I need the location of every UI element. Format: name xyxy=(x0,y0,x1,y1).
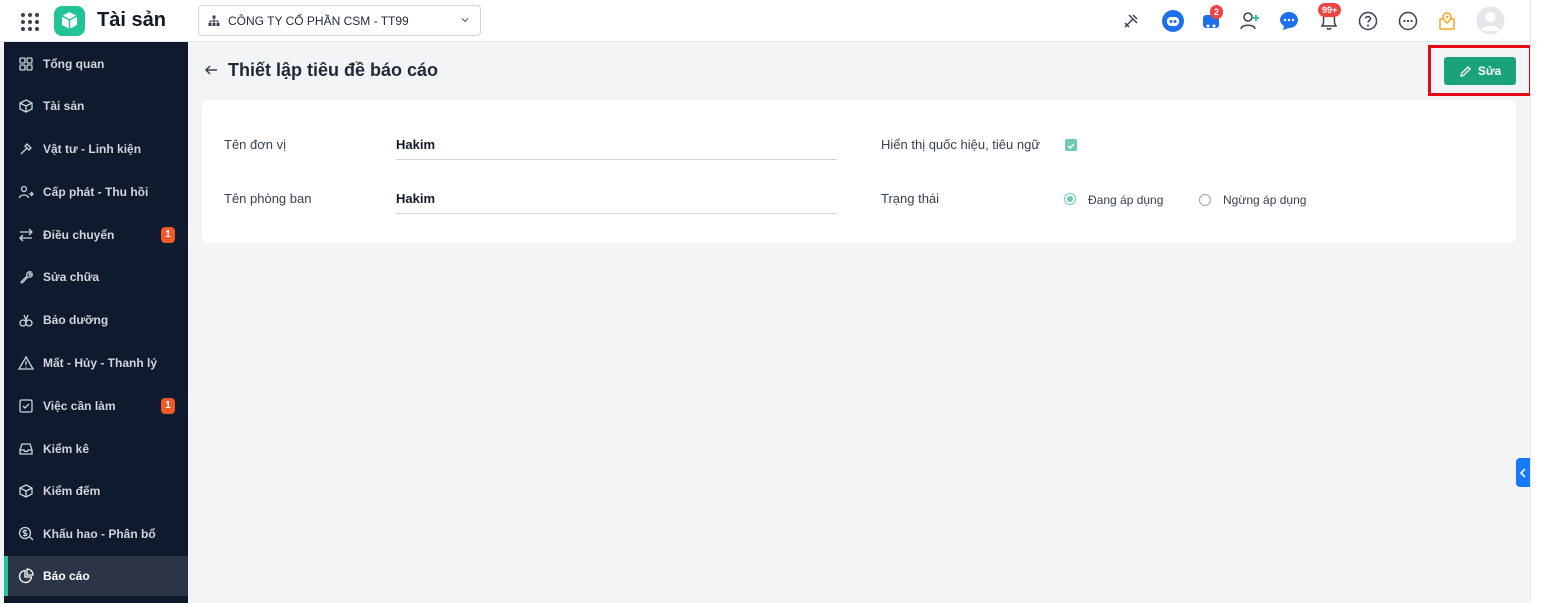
grid-icon xyxy=(19,57,33,71)
show-motto-label: Hiển thị quốc hiệu, tiêu ngữ xyxy=(881,137,1041,152)
help-icon[interactable] xyxy=(1355,8,1381,34)
dept-name-underline xyxy=(396,213,837,214)
cube-icon xyxy=(19,99,33,113)
sidebar-item-supplies[interactable]: Vật tư - Linh kiện xyxy=(4,129,188,169)
bot-icon[interactable] xyxy=(1160,8,1186,34)
company-select-value: CÔNG TY CỔ PHẦN CSM - TT99 xyxy=(228,14,409,28)
sidebar-item-label: Việc cần làm xyxy=(43,399,116,413)
pencil-icon xyxy=(1459,65,1471,77)
status-label: Trạng thái xyxy=(881,191,940,206)
inbox-icon xyxy=(19,443,33,455)
sidebar-item-disposal[interactable]: Mất - Hủy - Thanh lý xyxy=(4,343,188,383)
sidebar-item-transfer[interactable]: Điều chuyển 1 xyxy=(4,215,188,255)
sidebar-item-maintenance[interactable]: Bảo dưỡng xyxy=(4,300,188,340)
checkmark-icon xyxy=(1067,143,1075,150)
sidebar-item-label: Kiểm đếm xyxy=(43,484,101,498)
sidebar-item-depreciation[interactable]: Khấu hao - Phân bổ xyxy=(4,514,188,554)
app-title: Tài sản xyxy=(97,9,166,31)
edit-button[interactable]: Sửa xyxy=(1444,57,1516,85)
sidebar-item-allocation[interactable]: Cấp phát - Thu hồi xyxy=(4,172,188,212)
sidebar-item-label: Kiểm kê xyxy=(43,442,90,456)
transfer-icon xyxy=(19,228,33,242)
unit-name-field[interactable]: Hakim xyxy=(396,137,435,152)
page-title: Thiết lập tiêu đề báo cáo xyxy=(228,60,439,80)
box-icon xyxy=(19,484,33,498)
wrench-icon xyxy=(20,271,33,284)
sidebar-item-overview[interactable]: Tổng quan xyxy=(4,44,188,84)
chevron-left-icon xyxy=(1519,467,1526,478)
status-radio-active[interactable] xyxy=(1064,193,1076,205)
add-user-icon[interactable] xyxy=(1237,8,1263,34)
status-radio-inactive[interactable] xyxy=(1199,194,1211,206)
sidebar-item-count[interactable]: Kiểm đếm xyxy=(4,471,188,511)
sidebar-item-reports[interactable]: Báo cáo xyxy=(4,556,188,596)
back-arrow-icon[interactable] xyxy=(203,62,219,78)
sidebar-item-repair[interactable]: Sửa chữa xyxy=(4,257,188,297)
dollar-icon xyxy=(18,526,34,541)
dept-name-label: Tên phòng ban xyxy=(224,191,312,206)
sidebar-item-label: Cấp phát - Thu hồi xyxy=(43,185,149,199)
user-arrow-icon xyxy=(18,185,34,199)
unit-name-underline xyxy=(396,159,837,160)
panel-toggle-button[interactable] xyxy=(1516,458,1530,487)
checkbox-icon xyxy=(19,399,33,413)
settings-card xyxy=(202,100,1516,243)
tools-icon[interactable] xyxy=(1118,8,1144,34)
more-icon[interactable] xyxy=(1395,8,1421,34)
sidebar-item-label: Mất - Hủy - Thanh lý xyxy=(43,356,157,370)
right-panel-edge xyxy=(1530,0,1545,603)
pie-chart-icon xyxy=(18,568,34,584)
app-logo-icon xyxy=(54,6,85,36)
sidebar-badge: 1 xyxy=(161,398,175,414)
sidebar-item-label: Khấu hao - Phân bổ xyxy=(43,527,156,541)
chevron-down-icon xyxy=(461,18,469,23)
sidebar-item-label: Tổng quan xyxy=(43,57,105,71)
sidebar: Tổng quan Tài sản Vật tư - Linh kiện Cấp… xyxy=(4,42,188,603)
tool-icon xyxy=(20,143,32,155)
sidebar-item-inventory[interactable]: Kiểm kê xyxy=(4,429,188,469)
org-chart-icon xyxy=(208,15,220,26)
show-motto-checkbox[interactable] xyxy=(1065,139,1077,151)
status-option-active-label: Đang áp dụng xyxy=(1088,193,1164,207)
edit-button-label: Sửa xyxy=(1477,64,1502,78)
unit-name-label: Tên đơn vị xyxy=(224,137,286,152)
sidebar-item-assets[interactable]: Tài sản xyxy=(4,86,188,126)
sidebar-item-label: Sửa chữa xyxy=(43,270,100,284)
bell-badge: 99+ xyxy=(1318,3,1342,17)
top-bar: Tài sản CÔNG TY CỔ PHẦN CSM - TT99 2 99+ xyxy=(0,0,1545,42)
cart-badge: 2 xyxy=(1210,5,1224,19)
app-launcher-icon[interactable] xyxy=(18,10,40,32)
maintenance-icon xyxy=(19,314,33,327)
company-select[interactable]: CÔNG TY CỔ PHẦN CSM - TT99 xyxy=(198,5,481,36)
avatar[interactable] xyxy=(1476,6,1505,35)
location-icon[interactable] xyxy=(1434,8,1460,34)
sidebar-item-label: Tài sản xyxy=(43,99,85,113)
sidebar-item-todo[interactable]: Việc cần làm 1 xyxy=(4,386,188,426)
chat-icon[interactable] xyxy=(1276,8,1302,34)
sidebar-item-label: Vật tư - Linh kiện xyxy=(43,142,142,156)
warning-icon xyxy=(18,355,34,370)
sidebar-badge: 1 xyxy=(161,227,175,243)
sidebar-item-label: Bảo dưỡng xyxy=(43,313,109,327)
sidebar-item-label: Điều chuyển xyxy=(43,228,115,242)
sidebar-item-label: Báo cáo xyxy=(43,569,90,583)
status-option-inactive-label: Ngừng áp dụng xyxy=(1223,193,1307,207)
dept-name-field[interactable]: Hakim xyxy=(396,191,435,206)
